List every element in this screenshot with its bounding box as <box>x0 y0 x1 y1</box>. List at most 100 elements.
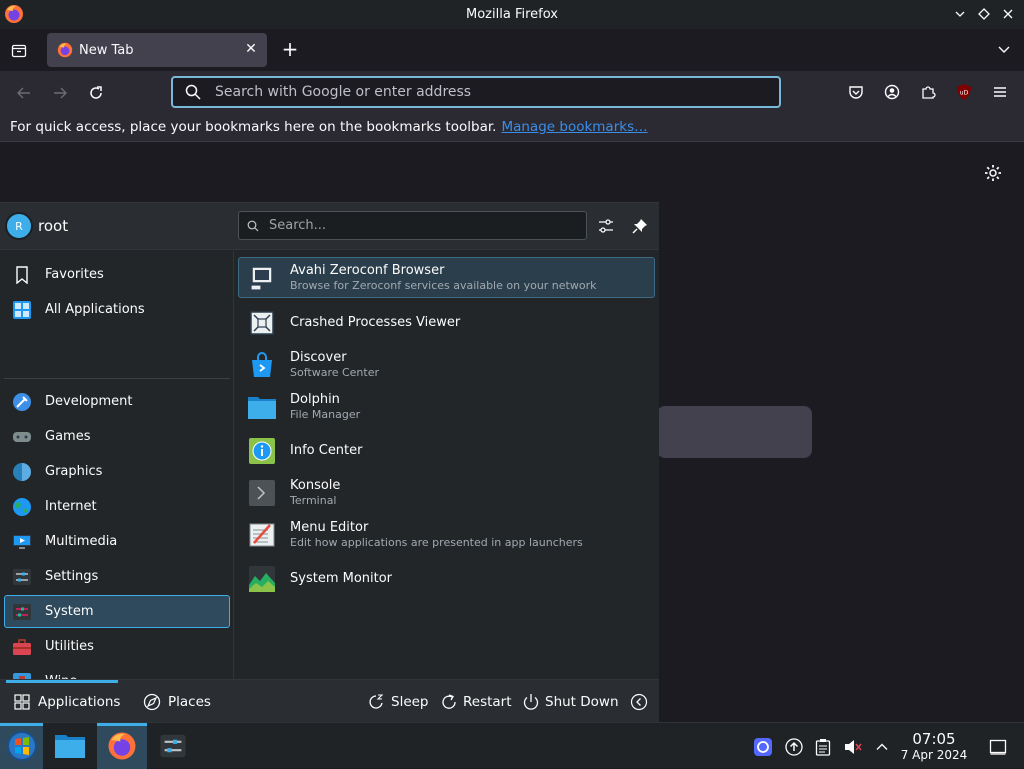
shutdown-button[interactable]: Shut Down <box>522 692 619 712</box>
category-settings[interactable]: Settings <box>4 560 230 593</box>
restart-label: Restart <box>463 694 512 710</box>
restart-icon <box>440 693 458 711</box>
category-games[interactable]: Games <box>4 420 230 453</box>
maximize-button[interactable] <box>974 5 994 23</box>
minimize-button[interactable] <box>950 5 970 23</box>
configure-sliders-icon[interactable] <box>596 216 616 236</box>
close-tab-icon[interactable]: ✕ <box>243 41 259 57</box>
category-all-applications[interactable]: All Applications <box>4 293 230 326</box>
digital-clock[interactable]: 07:05 7 Apr 2024 <box>898 731 970 763</box>
update-notifier-icon[interactable] <box>784 737 804 757</box>
close-button[interactable] <box>998 5 1018 23</box>
launcher-search-placeholder: Search... <box>269 218 327 233</box>
list-item[interactable]: Crashed Processes Viewer <box>238 302 655 343</box>
manage-bookmarks-link[interactable]: Manage bookmarks… <box>501 119 647 135</box>
avatar[interactable]: R <box>5 212 33 240</box>
multimedia-icon <box>12 532 32 552</box>
list-all-tabs-button[interactable] <box>994 39 1014 59</box>
leave-options-button[interactable] <box>630 692 653 712</box>
firefox-view-button[interactable] <box>8 39 30 61</box>
list-item[interactable]: Avahi Zeroconf Browser Browse for Zeroco… <box>238 257 655 298</box>
sleep-button[interactable]: Sleep <box>368 692 429 712</box>
terminal-icon <box>247 478 277 508</box>
extensions-icon[interactable] <box>916 80 940 104</box>
chevron-up-icon[interactable] <box>872 737 892 757</box>
globe-icon <box>12 497 32 517</box>
compass-icon <box>142 692 162 712</box>
category-label: Graphics <box>45 464 103 479</box>
customize-page-gear-icon[interactable] <box>983 163 1003 183</box>
system-icon <box>12 602 32 622</box>
category-label: Settings <box>45 569 99 584</box>
window-controls <box>950 5 1018 23</box>
restart-button[interactable]: Restart <box>440 692 512 712</box>
account-icon[interactable] <box>880 80 904 104</box>
search-icon <box>247 220 259 231</box>
pocket-icon[interactable] <box>844 80 868 104</box>
start-orb-icon <box>6 731 37 761</box>
taskbar-dolphin[interactable] <box>50 723 90 769</box>
tab-places[interactable]: Places <box>142 680 211 724</box>
taskbar-firefox[interactable] <box>97 723 147 769</box>
list-item[interactable]: Info Center <box>238 430 655 471</box>
category-development[interactable]: Development <box>4 385 230 418</box>
category-label: Internet <box>45 499 97 514</box>
app-name: Menu Editor <box>290 519 369 535</box>
url-bar[interactable]: Search with Google or enter address <box>171 76 781 108</box>
development-icon <box>12 392 32 412</box>
menu-editor-icon <box>247 520 277 550</box>
category-label: Development <box>45 394 133 409</box>
clipboard-icon[interactable] <box>813 737 833 757</box>
forward-button[interactable] <box>48 81 72 105</box>
back-button[interactable] <box>12 81 36 105</box>
app-name: Dolphin <box>290 391 340 407</box>
ublock-origin-icon[interactable]: uD <box>952 80 976 104</box>
category-label: Multimedia <box>45 534 118 549</box>
tab-label: Places <box>168 694 211 710</box>
volume-muted-icon[interactable] <box>843 737 863 757</box>
shortcut-placeholder-card <box>657 406 812 458</box>
category-label: Utilities <box>45 639 94 654</box>
list-item[interactable]: Konsole Terminal <box>238 472 655 513</box>
search-icon <box>185 84 201 100</box>
bookmarks-toolbar: For quick access, place your bookmarks h… <box>0 113 1024 142</box>
firefox-icon <box>108 732 136 760</box>
list-item[interactable]: Discover Software Center <box>238 344 655 385</box>
pin-icon[interactable] <box>630 216 650 236</box>
category-internet[interactable]: Internet <box>4 490 230 523</box>
category-utilities[interactable]: Utilities <box>4 630 230 663</box>
app-description: Terminal <box>290 493 337 507</box>
show-desktop-icon[interactable] <box>988 737 1008 757</box>
grid-icon <box>12 300 32 320</box>
graphics-icon <box>12 462 32 482</box>
tab-label: New Tab <box>79 42 134 58</box>
clock-time: 07:05 <box>912 730 956 748</box>
settings-icon <box>160 734 186 758</box>
username: root <box>38 217 69 235</box>
tab-new-tab[interactable]: New Tab ✕ <box>47 33 267 67</box>
category-system[interactable]: System <box>4 595 230 628</box>
category-label: Games <box>45 429 91 444</box>
shutdown-label: Shut Down <box>545 694 619 710</box>
list-item[interactable]: Menu Editor Edit how applications are pr… <box>238 514 655 555</box>
new-tab-button[interactable]: + <box>278 37 302 61</box>
taskbar-system-settings[interactable] <box>155 723 191 769</box>
kde-connect-icon[interactable] <box>753 737 773 757</box>
category-graphics[interactable]: Graphics <box>4 455 230 488</box>
start-menu-button[interactable] <box>0 723 43 769</box>
reload-button[interactable] <box>84 81 108 105</box>
menu-icon[interactable] <box>988 80 1012 104</box>
discover-bag-icon <box>247 350 277 380</box>
window-titlebar: Mozilla Firefox <box>0 0 1024 29</box>
category-label: System <box>45 604 94 619</box>
launcher-search-input[interactable]: Search... <box>238 211 587 240</box>
list-item[interactable]: System Monitor <box>238 558 655 599</box>
category-multimedia[interactable]: Multimedia <box>4 525 230 558</box>
grid-icon <box>12 692 32 712</box>
window-title: Mozilla Firefox <box>466 7 558 22</box>
list-item[interactable]: Dolphin File Manager <box>238 386 655 427</box>
category-favorites[interactable]: Favorites <box>4 258 230 291</box>
power-icon <box>522 693 540 711</box>
tab-applications[interactable]: Applications <box>5 680 120 724</box>
app-name: Avahi Zeroconf Browser <box>290 262 445 278</box>
